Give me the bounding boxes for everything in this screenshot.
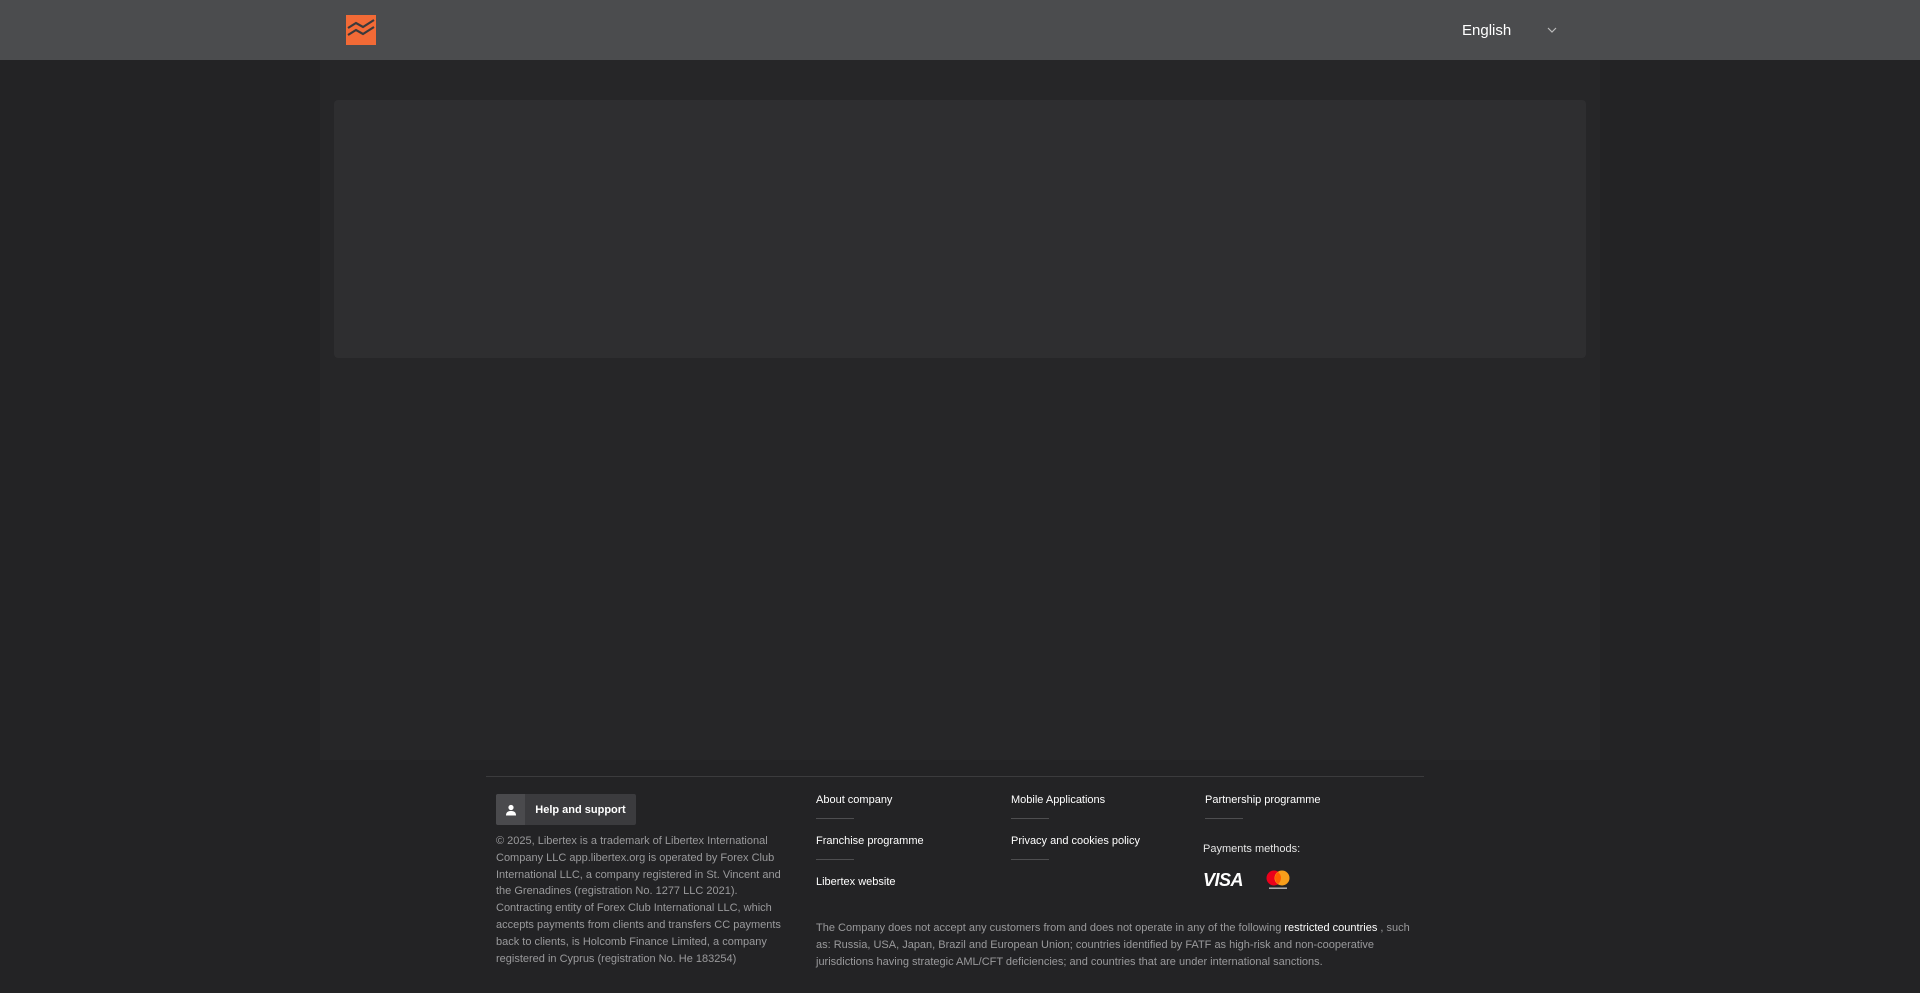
about-company-link[interactable]: About company (816, 794, 892, 806)
person-icon (496, 794, 525, 825)
privacy-and-cookies-policy-link[interactable]: Privacy and cookies policy (1011, 835, 1140, 847)
chevron-down-icon (1547, 27, 1557, 33)
payments-methods-title: Payments methods: (1203, 843, 1301, 855)
loading-skeleton-panel (334, 100, 1586, 358)
restricted-countries-disclaimer: The Company does not accept any customer… (816, 920, 1416, 970)
disclaimer-text-start: The Company does not accept any customer… (816, 922, 1285, 934)
language-label: English (1462, 21, 1512, 39)
link-underline (1205, 818, 1243, 819)
footer-divider (486, 776, 1424, 777)
top-header: English (0, 0, 1920, 60)
libertex-website-link[interactable]: Libertex website (816, 876, 896, 888)
libertex-logo-icon[interactable] (346, 15, 376, 45)
link-underline (1011, 818, 1049, 819)
help-and-support-button[interactable]: Help and support (496, 794, 636, 825)
visa-logo: VISA (1203, 870, 1244, 890)
link-underline (816, 859, 854, 860)
mastercard-icon (1266, 870, 1290, 889)
link-underline (1011, 859, 1049, 860)
link-underline (816, 818, 854, 819)
mobile-applications-link[interactable]: Mobile Applications (1011, 794, 1105, 806)
help-and-support-label: Help and support (535, 803, 626, 816)
legal-text: © 2025, Libertex is a trademark of Liber… (496, 835, 781, 965)
franchise-programme-link[interactable]: Franchise programme (816, 835, 924, 847)
partnership-programme-link[interactable]: Partnership programme (1205, 794, 1321, 806)
restricted-countries-link[interactable]: restricted countries (1284, 922, 1377, 934)
language-selector[interactable]: English (1462, 16, 1558, 44)
